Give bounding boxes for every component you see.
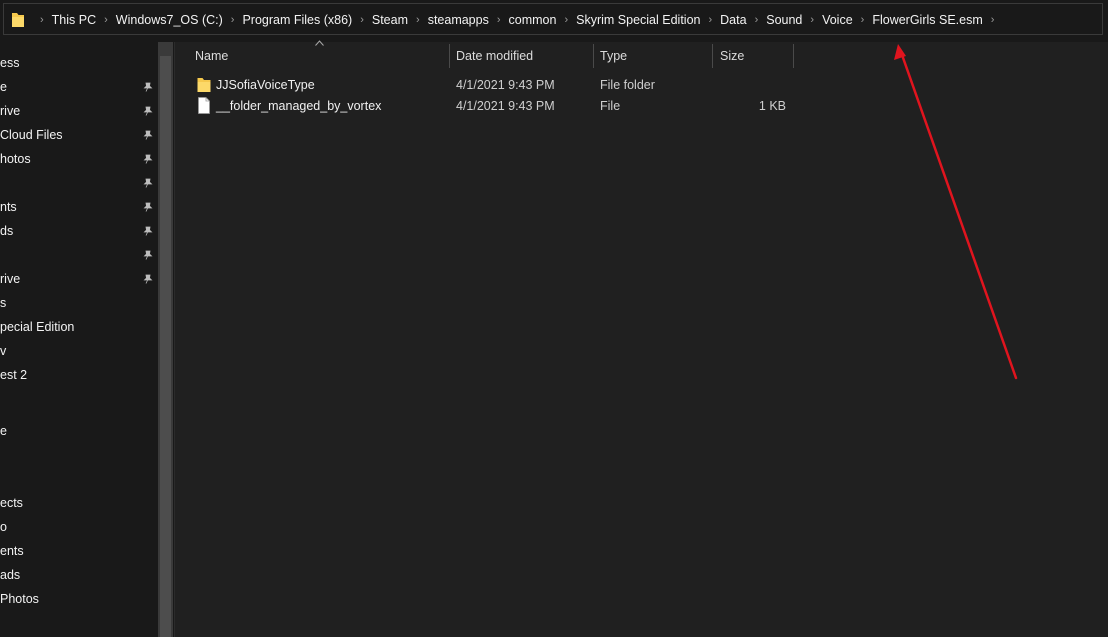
red-arrow-annotation [894,44,1018,380]
